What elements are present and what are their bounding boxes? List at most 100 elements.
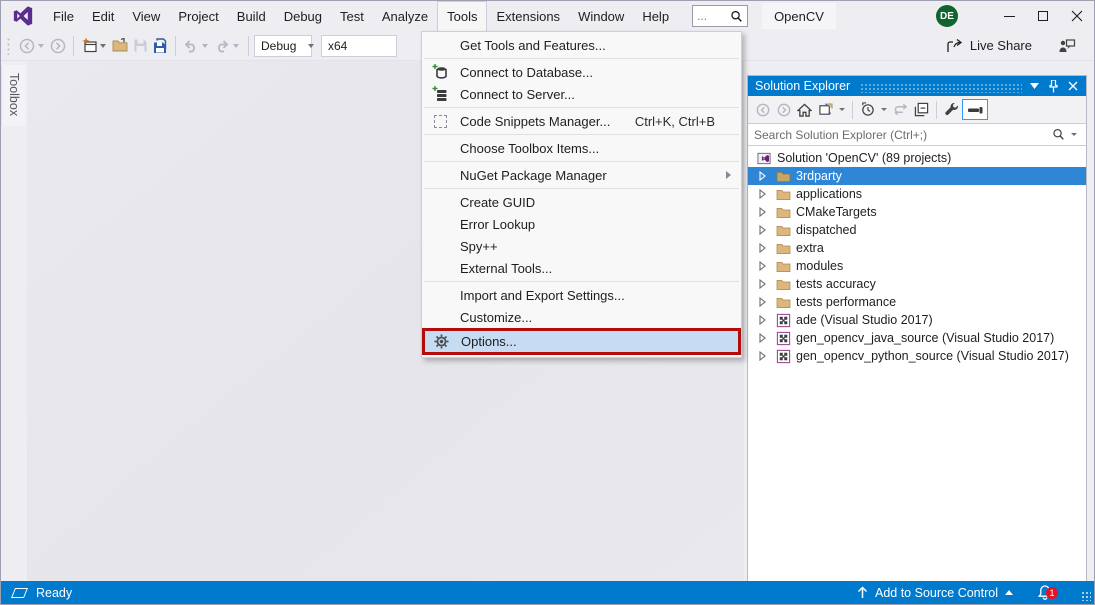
menu-item-spy-plus-plus[interactable]: Spy++ xyxy=(422,235,741,257)
tree-item-solution[interactable]: Solution 'OpenCV' (89 projects) xyxy=(748,149,1086,167)
tree-item-ade[interactable]: ade (Visual Studio 2017) xyxy=(748,311,1086,329)
minimize-button[interactable] xyxy=(992,1,1026,31)
save-button[interactable] xyxy=(130,35,150,57)
tree-item-gen-opencv-python-source[interactable]: gen_opencv_python_source (Visual Studio … xyxy=(748,347,1086,365)
navigate-forward-button[interactable] xyxy=(48,35,68,57)
menu-item-connect-to-server[interactable]: Connect to Server... xyxy=(422,83,741,105)
tree-item-tests-accuracy[interactable]: tests accuracy xyxy=(748,275,1086,293)
toolbar-separator xyxy=(175,36,176,56)
quick-launch-search[interactable]: ... xyxy=(692,5,748,27)
undo-button[interactable] xyxy=(181,35,201,57)
close-icon[interactable] xyxy=(1068,81,1078,91)
menu-debug[interactable]: Debug xyxy=(275,1,331,31)
menu-help[interactable]: Help xyxy=(633,1,678,31)
pending-changes-filter-button[interactable] xyxy=(857,99,878,120)
tree-item-applications[interactable]: applications xyxy=(748,185,1086,203)
menu-build[interactable]: Build xyxy=(228,1,275,31)
navigate-back-button[interactable] xyxy=(17,35,37,57)
panel-drag-grip[interactable] xyxy=(860,83,1022,93)
navigate-back-dropdown-icon[interactable] xyxy=(38,44,44,48)
expand-chevron-icon[interactable] xyxy=(759,225,769,235)
menu-window[interactable]: Window xyxy=(569,1,633,31)
expand-chevron-icon[interactable] xyxy=(759,207,769,217)
tree-item-cmaketargets[interactable]: CMakeTargets xyxy=(748,203,1086,221)
close-button[interactable] xyxy=(1060,1,1094,31)
properties-button[interactable] xyxy=(941,99,962,120)
expand-chevron-icon[interactable] xyxy=(759,297,769,307)
toolbox-tab[interactable]: Toolbox xyxy=(1,65,26,126)
resize-grip[interactable] xyxy=(1081,591,1091,601)
sync-with-active-document-button[interactable] xyxy=(890,99,911,120)
menu-extensions[interactable]: Extensions xyxy=(487,1,569,31)
expand-chevron-icon[interactable] xyxy=(759,243,769,253)
menu-file[interactable]: File xyxy=(44,1,83,31)
new-project-dropdown-icon[interactable] xyxy=(100,44,106,48)
menu-item-customize[interactable]: Customize... xyxy=(422,306,741,328)
toolbar-separator xyxy=(852,101,853,119)
forward-button[interactable] xyxy=(773,99,794,120)
tree-item-gen-opencv-java-source[interactable]: gen_opencv_java_source (Visual Studio 20… xyxy=(748,329,1086,347)
back-button[interactable] xyxy=(752,99,773,120)
user-avatar[interactable]: DE xyxy=(936,5,958,27)
menu-test[interactable]: Test xyxy=(331,1,373,31)
notifications-button[interactable]: 1 xyxy=(1037,584,1053,601)
undo-dropdown-icon[interactable] xyxy=(202,44,208,48)
menu-item-nuget-package-manager[interactable]: NuGet Package Manager xyxy=(422,164,741,186)
solution-explorer-titlebar[interactable]: Solution Explorer xyxy=(748,76,1086,96)
add-to-source-control-button[interactable]: Add to Source Control xyxy=(857,586,1013,600)
live-share-button[interactable]: Live Share xyxy=(946,38,1032,54)
tree-item-extra[interactable]: extra xyxy=(748,239,1086,257)
maximize-button[interactable] xyxy=(1026,1,1060,31)
expand-chevron-icon[interactable] xyxy=(759,351,769,361)
menu-item-get-tools-and-features[interactable]: Get Tools and Features... xyxy=(422,34,741,56)
menu-item-error-lookup[interactable]: Error Lookup xyxy=(422,213,741,235)
collapse-all-icon xyxy=(914,102,929,117)
expand-chevron-icon[interactable] xyxy=(759,189,769,199)
expand-chevron-icon[interactable] xyxy=(759,333,769,343)
collapse-all-button[interactable] xyxy=(911,99,932,120)
menu-item-connect-to-database[interactable]: Connect to Database... xyxy=(422,61,741,83)
save-icon xyxy=(133,38,148,53)
tree-item-tests-performance[interactable]: tests performance xyxy=(748,293,1086,311)
menu-item-create-guid[interactable]: Create GUID xyxy=(422,191,741,213)
expand-chevron-icon[interactable] xyxy=(759,279,769,289)
menu-analyze[interactable]: Analyze xyxy=(373,1,437,31)
solution-configuration-dropdown[interactable]: Debug xyxy=(254,35,312,57)
preview-selected-items-toggle[interactable] xyxy=(962,99,988,120)
window-position-icon[interactable] xyxy=(1030,83,1039,89)
toolbar-drag-grip[interactable] xyxy=(6,37,11,55)
filter-dropdown-icon[interactable] xyxy=(881,108,887,111)
menu-item-external-tools[interactable]: External Tools... xyxy=(422,257,741,279)
feedback-button[interactable] xyxy=(1058,38,1076,54)
tree-item-dispatched[interactable]: dispatched xyxy=(748,221,1086,239)
pin-icon[interactable] xyxy=(1049,80,1058,93)
solution-label: Solution 'OpenCV' (89 projects) xyxy=(777,151,951,165)
search-icon[interactable] xyxy=(1052,128,1065,141)
switch-views-button[interactable] xyxy=(815,99,836,120)
menu-item-import-and-export-settings[interactable]: Import and Export Settings... xyxy=(422,284,741,306)
save-all-button[interactable] xyxy=(150,35,170,57)
expand-chevron-icon[interactable] xyxy=(759,171,769,181)
new-project-button[interactable] xyxy=(79,35,99,57)
solution-platform-dropdown[interactable]: x64 xyxy=(321,35,397,57)
tree-item-3rdparty[interactable]: 3rdparty xyxy=(748,167,1086,185)
open-file-button[interactable] xyxy=(110,35,130,57)
menu-item-options[interactable]: Options... xyxy=(422,328,741,355)
background-tasks-icon[interactable] xyxy=(11,588,28,598)
menu-tools[interactable]: Tools xyxy=(437,1,487,31)
menu-item-choose-toolbox-items[interactable]: Choose Toolbox Items... xyxy=(422,137,741,159)
redo-dropdown-icon[interactable] xyxy=(233,44,239,48)
expand-chevron-icon[interactable] xyxy=(759,315,769,325)
menu-edit[interactable]: Edit xyxy=(83,1,123,31)
menu-view[interactable]: View xyxy=(123,1,169,31)
home-button[interactable] xyxy=(794,99,815,120)
expand-chevron-icon[interactable] xyxy=(759,261,769,271)
tree-item-modules[interactable]: modules xyxy=(748,257,1086,275)
redo-button[interactable] xyxy=(212,35,232,57)
menu-project[interactable]: Project xyxy=(169,1,227,31)
menu-item-code-snippets-manager[interactable]: Code Snippets Manager... Ctrl+K, Ctrl+B xyxy=(422,110,741,132)
search-options-dropdown-icon[interactable] xyxy=(1071,133,1077,136)
folder-icon xyxy=(776,260,791,273)
switch-views-dropdown-icon[interactable] xyxy=(839,108,845,111)
solution-explorer-search[interactable]: Search Solution Explorer (Ctrl+;) xyxy=(748,123,1086,146)
